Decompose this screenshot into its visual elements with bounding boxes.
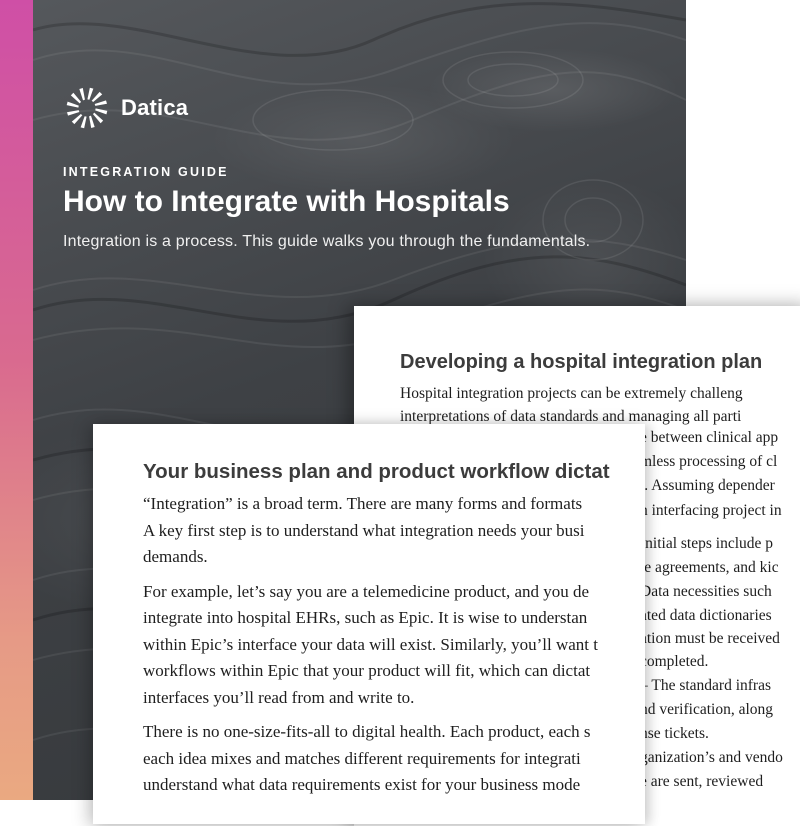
logo-blade <box>79 88 85 101</box>
back-page-body: Hospital integration projects can be ext… <box>400 382 743 428</box>
body-fragment: ation must be received <box>640 630 780 647</box>
body-line: “Integration” is a broad term. There are… <box>143 494 583 513</box>
logo-blade <box>70 92 82 104</box>
body-paragraph: For example, let’s say you are a telemed… <box>143 579 645 712</box>
front-page-body: “Integration” is a broad term. There are… <box>143 491 645 807</box>
body-line: demands. <box>143 547 208 566</box>
body-fragment: nse tickets. <box>640 724 709 742</box>
body-fragment: n interfacing project in <box>640 501 782 519</box>
body-line: workflows within Epic that your product … <box>143 661 591 680</box>
cover-subtitle: Integration is a process. This guide wal… <box>63 233 591 250</box>
accent-gradient-bar <box>0 0 33 800</box>
body-line: interfaces you’ll read from and write to… <box>143 687 415 707</box>
logo-blade <box>67 110 80 116</box>
body-fragment: e are sent, reviewed <box>640 772 764 790</box>
body-fragment: nd verification, along <box>640 700 773 718</box>
front-page-heading: Your business plan and product workflow … <box>143 460 610 483</box>
body-line: Hospital integration projects can be ext… <box>400 385 743 402</box>
logo-blade <box>94 100 107 106</box>
back-page-heading: Developing a hospital integration plan <box>400 351 763 373</box>
body-paragraph: “Integration” is a broad term. There are… <box>143 491 645 571</box>
cover-title: How to Integrate with Hospitals <box>63 185 510 218</box>
body-line: understand what data requirements exist … <box>143 775 581 794</box>
body-fragment: te agreements, and kic <box>640 558 779 576</box>
body-line: There is no one-size-fits-all to digital… <box>143 722 591 741</box>
logo-blade <box>91 91 103 103</box>
logo-blade <box>92 112 104 124</box>
body-fragment: Initial steps include p <box>640 534 774 552</box>
logo-blade <box>80 116 87 129</box>
datica-logo[interactable]: Datica <box>63 84 188 132</box>
logo-blade <box>89 115 95 128</box>
logo-blade <box>71 113 83 125</box>
body-fragment: ated data dictionaries <box>640 606 772 624</box>
body-fragment: – The standard infras <box>640 676 771 694</box>
body-line: A key first step is to understand what i… <box>143 520 585 540</box>
body-line: each idea mixes and matches different re… <box>143 748 581 768</box>
logo-blade <box>66 101 79 108</box>
body-line: within Epic’s interface your data will e… <box>143 634 598 654</box>
body-line: For example, let’s say you are a telemed… <box>143 581 590 601</box>
front-document-page: Your business plan and product workflow … <box>93 424 645 824</box>
body-fragment: ganization’s and vendo <box>640 748 783 766</box>
body-fragment: t. Assuming depender <box>640 477 775 495</box>
cover-eyebrow: INTEGRATION GUIDE <box>63 165 229 179</box>
body-fragment: mless processing of cl <box>640 453 778 471</box>
logo-blade <box>87 87 94 100</box>
logo-blade <box>95 108 108 115</box>
body-fragment: Data necessities such <box>640 582 772 600</box>
body-line: integrate into hospital EHRs, such as Ep… <box>143 608 588 627</box>
body-fragment: e between clinical app <box>640 429 779 446</box>
brand-name: Datica <box>121 95 189 120</box>
datica-logo-icon <box>66 87 108 129</box>
body-paragraph: There is no one-size-fits-all to digital… <box>143 719 645 799</box>
body-fragment: completed. <box>640 653 709 671</box>
